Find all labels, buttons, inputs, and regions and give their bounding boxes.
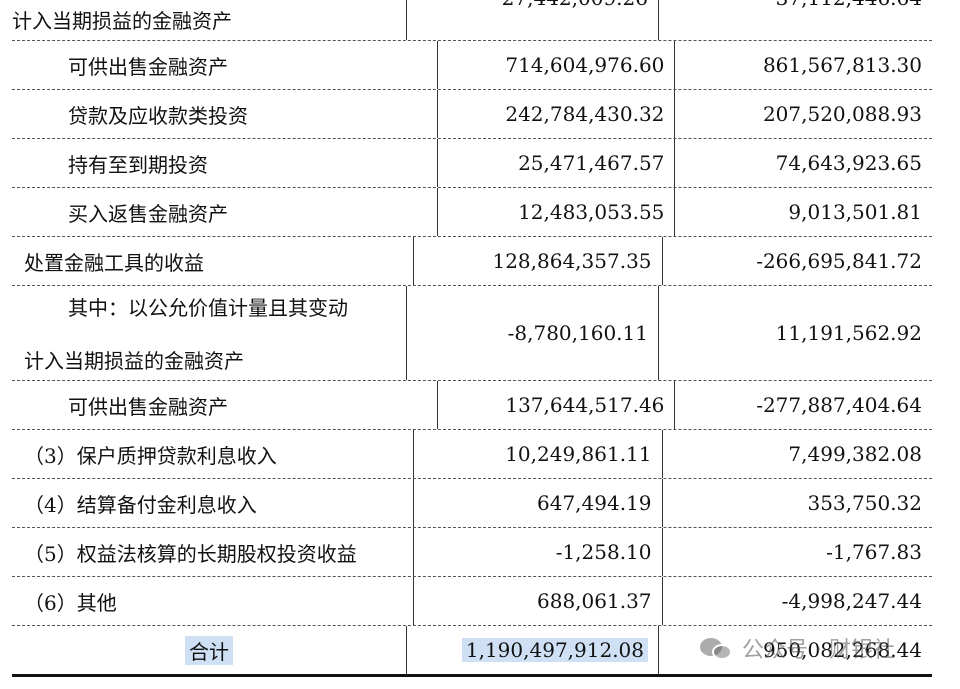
value-current: -1,258.10	[412, 528, 662, 576]
row-label: 贷款及应收款类投资	[68, 103, 248, 128]
income-table: 计入当期损益的金融资产 27,442,009.26 37,112,446.64 …	[12, 0, 932, 677]
table-row: 计入当期损益的金融资产 27,442,009.26 37,112,446.64	[12, 0, 932, 41]
total-value-current: 1,190,497,912.08	[406, 626, 658, 674]
value-current: -8,780,160.11	[406, 286, 658, 380]
value-prior: 861,567,813.30	[674, 41, 932, 89]
value-prior: 74,643,923.65	[674, 139, 932, 187]
row-label: （5）权益法核算的长期股权投资收益	[24, 541, 357, 566]
row-label: （3）保户质押贷款利息收入	[24, 443, 277, 468]
value-current: 128,864,357.35	[412, 237, 662, 285]
table-row: 持有至到期投资 25,471,467.57 74,643,923.65	[12, 139, 932, 188]
value-current: 27,442,009.26	[406, 0, 658, 40]
row-label: 买入返售金融资产	[68, 201, 228, 226]
value-current: 137,644,517.46	[437, 381, 674, 429]
value-prior: -1,767.83	[661, 528, 932, 576]
value-prior: -277,887,404.64	[674, 381, 932, 429]
value-prior: -266,695,841.72	[661, 237, 932, 285]
wechat-icon	[700, 634, 734, 662]
value-prior: 207,520,088.93	[674, 90, 932, 138]
value-prior: 353,750.32	[661, 479, 932, 527]
total-value-current-text: 1,190,497,912.08	[461, 638, 648, 662]
table-row: 处置金融工具的收益 128,864,357.35 -266,695,841.72	[12, 237, 932, 286]
row-label: 持有至到期投资	[68, 152, 208, 177]
row-label: 处置金融工具的收益	[24, 250, 204, 275]
row-label: 其中：以公允价值计量且其变动 计入当期损益的金融资产	[12, 286, 406, 380]
value-prior: 11,191,562.92	[658, 286, 932, 380]
watermark-text: 公众号 · 财银社	[742, 638, 895, 663]
total-label-text: 合计	[185, 635, 233, 665]
table-row: 可供出售金融资产 714,604,976.60 861,567,813.30	[12, 41, 932, 90]
value-current: 12,483,053.55	[437, 188, 674, 236]
table-row: （4）结算备付金利息收入 647,494.19 353,750.32	[12, 479, 932, 528]
value-prior: 7,499,382.08	[661, 430, 932, 478]
row-label: 可供出售金融资产	[68, 394, 228, 419]
value-current: 647,494.19	[412, 479, 662, 527]
table-row: 其中：以公允价值计量且其变动 计入当期损益的金融资产 -8,780,160.11…	[12, 286, 932, 381]
row-label: （6）其他	[24, 590, 117, 615]
value-prior: 37,112,446.64	[658, 0, 932, 40]
value-current: 714,604,976.60	[437, 41, 674, 89]
value-current: 242,784,430.32	[437, 90, 674, 138]
table-row: （3）保户质押贷款利息收入 10,249,861.11 7,499,382.08	[12, 430, 932, 479]
row-label: 计入当期损益的金融资产	[12, 9, 232, 33]
row-label: 可供出售金融资产	[68, 54, 228, 79]
table-row: 贷款及应收款类投资 242,784,430.32 207,520,088.93	[12, 90, 932, 139]
value-current: 25,471,467.57	[437, 139, 674, 187]
table-row: （5）权益法核算的长期股权投资收益 -1,258.10 -1,767.83	[12, 528, 932, 577]
watermark: 公众号 · 财银社	[700, 632, 895, 664]
value-prior: 9,013,501.81	[674, 188, 932, 236]
value-prior: -4,998,247.44	[661, 577, 932, 625]
table-row: 可供出售金融资产 137,644,517.46 -277,887,404.64	[12, 381, 932, 430]
row-label: （4）结算备付金利息收入	[24, 492, 257, 517]
row-label-line2: 计入当期损益的金融资产	[24, 349, 244, 373]
row-label-line1: 其中：以公允价值计量且其变动	[68, 296, 348, 320]
table-row: （6）其他 688,061.37 -4,998,247.44	[12, 577, 932, 626]
total-label: 合计	[12, 635, 406, 665]
value-current: 688,061.37	[412, 577, 662, 625]
value-current: 10,249,861.11	[412, 430, 662, 478]
table-row: 买入返售金融资产 12,483,053.55 9,013,501.81	[12, 188, 932, 237]
